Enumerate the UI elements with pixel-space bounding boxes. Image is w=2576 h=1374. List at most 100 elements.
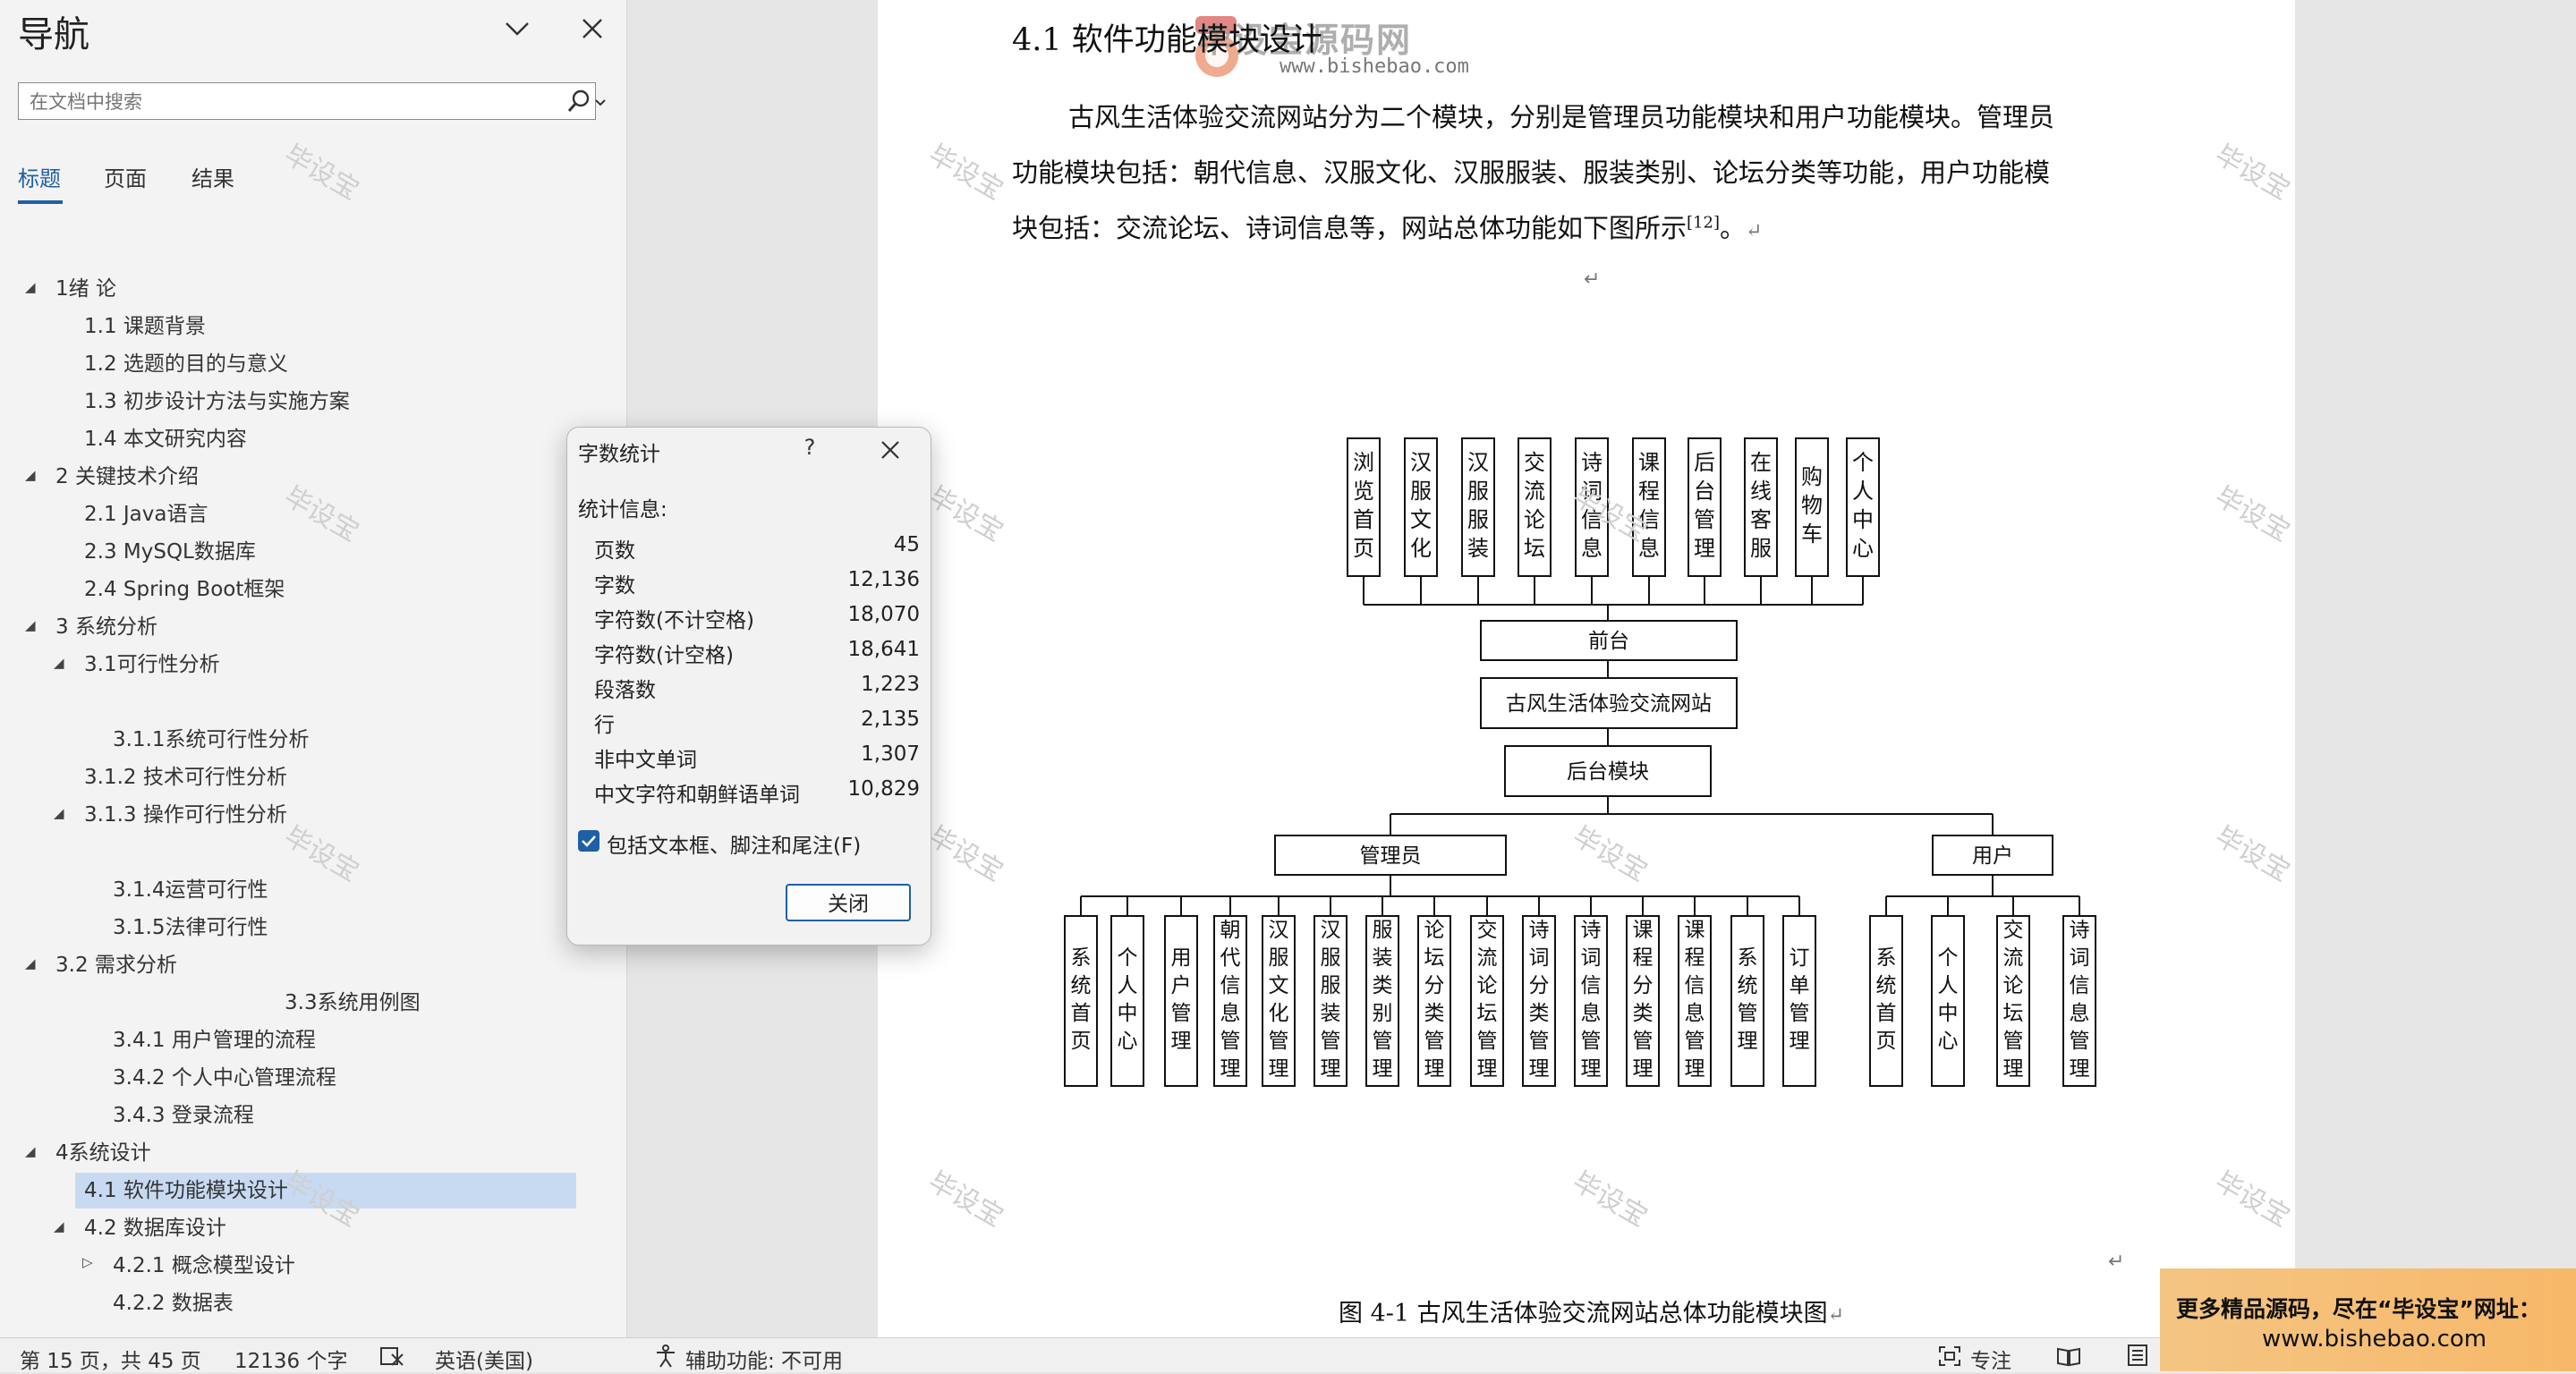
paragraph-line[interactable]: 块包括：交流论坛、诗词信息等，网站总体功能如下图所示[12]。↵ [1012, 208, 1762, 245]
section-heading[interactable]: 4.1 软件功能模块设计 [1012, 14, 1322, 60]
nav-heading-item[interactable]: 1.4 本文研究内容 [84, 424, 247, 454]
close-icon[interactable] [877, 437, 904, 463]
proofing-icon[interactable] [379, 1345, 404, 1367]
stat-label: 中文字符和朝鲜语单词 [594, 784, 800, 807]
nav-heading-item[interactable]: 4.2.2 数据表 [113, 1288, 234, 1319]
watermark: 毕设宝 [278, 139, 364, 207]
paragraph-mark: ↵ [1827, 1304, 1845, 1327]
expanded-arrow-icon[interactable]: ◢ [25, 617, 41, 633]
nav-heading-item[interactable]: 2.1 Java语言 [84, 499, 208, 530]
collapsed-arrow-icon[interactable]: ▷ [82, 1254, 98, 1270]
nav-heading-item[interactable]: 3.2 需求分析 [55, 950, 177, 980]
include-textbox-checkbox[interactable] [578, 830, 599, 852]
expanded-arrow-icon[interactable]: ◢ [25, 467, 41, 483]
paragraph-end: 。 [1719, 213, 1746, 243]
watermark: 毕设宝 [278, 820, 364, 888]
stat-value: 18,070 [847, 603, 920, 626]
expanded-arrow-icon[interactable]: ◢ [54, 655, 70, 671]
help-button[interactable]: ? [796, 435, 823, 460]
nav-heading-item[interactable]: 2.3 MySQL数据库 [84, 537, 256, 567]
focus-icon[interactable] [1938, 1345, 1961, 1367]
nav-heading-item[interactable]: 3.1.4运营可行性 [113, 875, 268, 905]
nav-heading-item[interactable]: 3.1.2 技术可行性分析 [84, 762, 287, 793]
nav-heading-item[interactable]: 3.1可行性分析 [84, 649, 220, 680]
nav-heading-item[interactable]: 3.1.3 操作可行性分析 [84, 800, 287, 830]
watermark: 毕设宝 [278, 1166, 364, 1234]
stat-value: 10,829 [847, 777, 920, 801]
ad-banner[interactable]: 更多精品源码，尽在“毕设宝”网址： www.bishebao.com [2160, 1268, 2576, 1371]
nav-heading-item[interactable]: 3.1.5法律可行性 [113, 912, 268, 943]
close-button[interactable]: 关闭 [786, 884, 911, 921]
word-count[interactable]: 12136 个字 [234, 1344, 347, 1374]
nav-heading-item[interactable]: 1.1 课题背景 [84, 311, 206, 342]
figure-caption: 图 4-1 古风生活体验交流网站总体功能模块图↵ [1339, 1293, 1844, 1328]
tab-pages[interactable]: 页面 [104, 161, 147, 192]
stat-label: 页数 [594, 539, 635, 563]
include-textbox-label[interactable]: 包括文本框、脚注和尾注(F) [607, 828, 861, 859]
nav-heading-item[interactable]: 4.2 数据库设计 [84, 1213, 226, 1243]
expanded-arrow-icon[interactable]: ◢ [54, 805, 70, 821]
accessibility-icon[interactable] [653, 1344, 678, 1369]
stat-label: 段落数 [594, 679, 656, 702]
expanded-arrow-icon[interactable]: ◢ [25, 1143, 41, 1159]
nav-heading-item[interactable]: 3.4.3 登录流程 [113, 1100, 254, 1131]
active-tab-indicator [18, 200, 63, 204]
ad-url[interactable]: www.bishebao.com [2262, 1326, 2487, 1353]
nav-heading-item-selected[interactable]: 4.1 软件功能模块设计 [84, 1175, 288, 1206]
tab-headings[interactable]: 标题 [18, 161, 61, 192]
nav-heading-item[interactable]: 3.4.1 用户管理的流程 [113, 1025, 316, 1056]
nav-heading-item[interactable]: 3.3系统用例图 [285, 988, 421, 1018]
expanded-arrow-icon[interactable]: ◢ [54, 1218, 70, 1234]
dialog-title: 字数统计 [578, 443, 660, 466]
paragraph-line[interactable]: 古风生活体验交流网站分为二个模块，分别是管理员功能模块和用户功能模块。管理员 [1068, 97, 2054, 134]
search-box[interactable] [18, 82, 606, 120]
tab-results[interactable]: 结果 [191, 161, 234, 192]
nav-heading-item[interactable]: 1.2 选题的目的与意义 [84, 349, 288, 379]
paragraph-mark: ↵ [1584, 268, 1601, 291]
document-page[interactable] [878, 0, 2295, 1337]
nav-heading-item[interactable]: 2.4 Spring Boot框架 [84, 574, 285, 605]
close-icon[interactable] [576, 13, 608, 45]
accessibility-status[interactable]: 辅助功能: 不可用 [685, 1344, 843, 1374]
nav-heading-item[interactable]: 3 系统分析 [55, 612, 157, 642]
nav-heading-item[interactable]: 1.3 初步设计方法与实施方案 [84, 386, 350, 417]
chevron-down-icon[interactable] [501, 13, 533, 45]
navigation-pane: 导航 标题 页面 结果 ◢ ◢ ◢ ◢ ◢ ◢ ◢ ◢ ▷ 1绪 论 1.1 课… [0, 0, 627, 1337]
stat-label: 字符数(不计空格) [594, 609, 754, 632]
citation-ref: [12] [1687, 213, 1720, 233]
nav-title: 导航 [18, 14, 89, 55]
stat-value: 45 [893, 533, 920, 556]
stat-value: 2,135 [861, 708, 920, 731]
stat-value: 1,307 [861, 742, 920, 766]
search-icon[interactable] [566, 89, 591, 114]
language-status[interactable]: 英语(美国) [435, 1344, 533, 1374]
paragraph-mark: ↵ [2108, 1251, 2125, 1273]
expanded-arrow-icon[interactable]: ◢ [25, 955, 41, 971]
stat-value: 1,223 [861, 673, 920, 696]
ad-text: 更多精品源码，尽在“毕设宝”网址： [2176, 1296, 2541, 1322]
stat-label: 非中文单词 [594, 749, 697, 772]
search-input[interactable] [28, 89, 532, 115]
stat-label: 字符数(计空格) [594, 644, 734, 667]
stats-section-label: 统计信息: [578, 498, 667, 522]
stat-label: 行 [594, 714, 615, 737]
expanded-arrow-icon[interactable]: ◢ [25, 279, 41, 295]
checkmark-icon [582, 835, 596, 847]
paragraph-mark: ↵ [1745, 220, 1763, 242]
paragraph-line[interactable]: 功能模块包括：朝代信息、汉服文化、汉服服装、服装类别、论坛分类等功能，用户功能模 [1012, 152, 2050, 190]
nav-heading-item[interactable]: 4系统设计 [55, 1138, 151, 1168]
print-layout-icon[interactable] [2126, 1344, 2149, 1367]
read-mode-icon[interactable] [2056, 1345, 2081, 1367]
stat-value: 12,136 [847, 568, 920, 591]
figure-caption-text: 图 4-1 古风生活体验交流网站总体功能模块图 [1339, 1300, 1828, 1327]
search-options-dropdown-icon[interactable] [593, 92, 608, 112]
word-count-dialog[interactable]: 字数统计 ? 统计信息: 页数 45 字数 12,136 字符数(不计空格) 1… [566, 427, 931, 946]
nav-heading-item[interactable]: 1绪 论 [55, 274, 116, 304]
nav-heading-item[interactable]: 2 关键技术介绍 [55, 462, 199, 492]
nav-heading-item[interactable]: 3.4.2 个人中心管理流程 [113, 1063, 336, 1093]
focus-mode[interactable]: 专注 [1970, 1344, 2011, 1374]
nav-heading-item[interactable]: 4.2.1 概念模型设计 [113, 1251, 295, 1281]
stat-value: 18,641 [847, 638, 920, 661]
nav-heading-item[interactable]: 3.1.1系统可行性分析 [113, 725, 310, 755]
page-count[interactable]: 第 15 页，共 45 页 [20, 1344, 201, 1374]
